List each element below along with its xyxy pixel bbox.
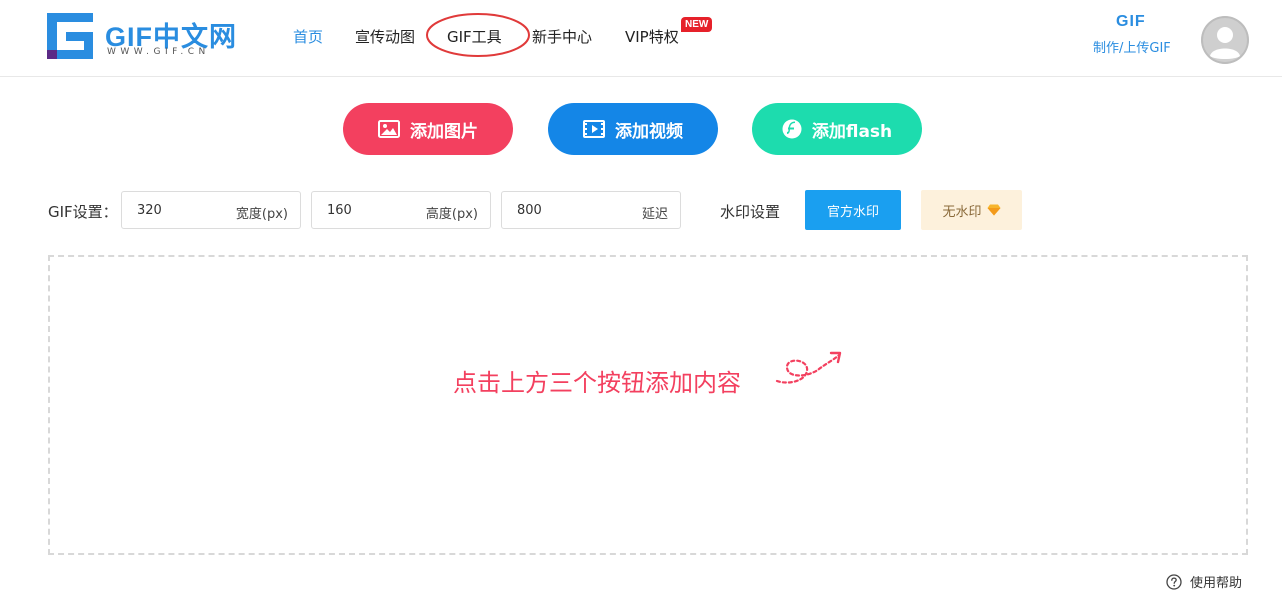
- delay-input[interactable]: [502, 192, 680, 228]
- add-image-button[interactable]: 添加图片: [343, 103, 513, 155]
- no-watermark-button[interactable]: 无水印: [921, 190, 1022, 230]
- logo-mark-icon: [47, 13, 93, 59]
- user-avatar-icon: [1201, 16, 1249, 64]
- height-input[interactable]: [312, 192, 490, 228]
- red-circle-annotation: [426, 13, 530, 57]
- maker-subtitle[interactable]: 制作/上传GIF: [1093, 37, 1171, 56]
- add-video-button[interactable]: 添加视频: [548, 103, 718, 155]
- new-badge: NEW: [681, 17, 713, 32]
- width-field: 宽度(px): [121, 191, 301, 229]
- diamond-icon: [987, 204, 1000, 216]
- official-watermark-button[interactable]: 官方水印: [805, 190, 901, 230]
- add-image-label: 添加图片: [410, 121, 478, 142]
- height-field: 高度(px): [311, 191, 491, 229]
- nav-item-vip[interactable]: VIP特权: [625, 26, 679, 47]
- curly-arrow-icon: [775, 351, 842, 384]
- add-video-label: 添加视频: [615, 121, 683, 142]
- dropzone-hint: 点击上方三个按钮添加内容: [453, 369, 741, 397]
- image-icon: [378, 120, 400, 138]
- maker-title[interactable]: GIF: [1116, 13, 1146, 31]
- delay-field: 延迟: [501, 191, 681, 229]
- nav-item-beginner-center[interactable]: 新手中心: [532, 26, 592, 47]
- help-link[interactable]: 使用帮助: [1166, 572, 1242, 591]
- user-avatar[interactable]: [1201, 16, 1249, 64]
- help-label: 使用帮助: [1190, 576, 1243, 591]
- nav-item-home[interactable]: 首页: [293, 26, 323, 47]
- nav-item-promo-gifs[interactable]: 宣传动图: [355, 26, 415, 47]
- logo-subtext: WWW.GIF.CN: [107, 47, 210, 57]
- video-icon: [583, 120, 605, 138]
- no-watermark-label: 无水印: [942, 204, 982, 220]
- width-input[interactable]: [122, 192, 300, 228]
- question-circle-icon: [1166, 573, 1182, 590]
- top-header: GIF中文网 WWW.GIF.CN 首页 宣传动图 GIF工具 新手中心 VIP…: [0, 0, 1282, 77]
- content-dropzone[interactable]: 点击上方三个按钮添加内容: [48, 255, 1248, 555]
- add-flash-button[interactable]: 添加flash: [752, 103, 922, 155]
- add-flash-label: 添加flash: [811, 121, 893, 142]
- watermark-settings-label: 水印设置: [720, 203, 781, 221]
- site-logo[interactable]: GIF中文网 WWW.GIF.CN: [47, 13, 247, 59]
- gif-settings-label: GIF设置：: [48, 203, 118, 221]
- flash-icon: [782, 119, 802, 139]
